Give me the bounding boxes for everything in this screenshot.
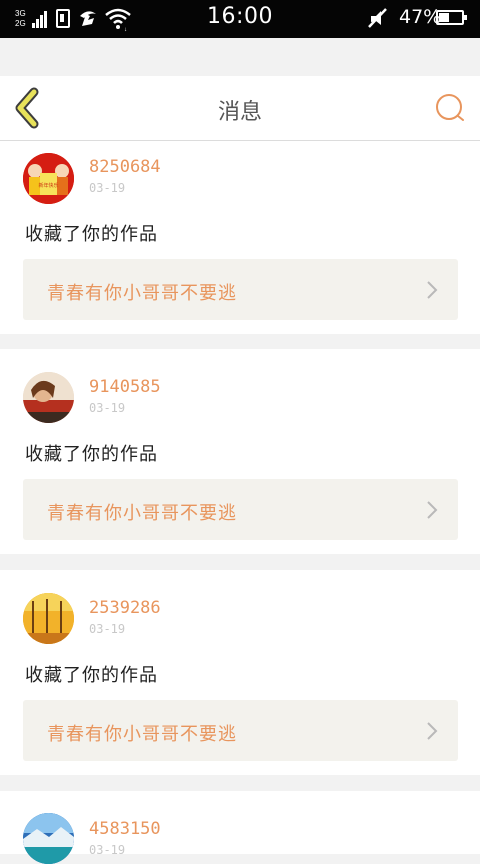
avatar-caption: 新年快乐 bbox=[38, 182, 58, 189]
status-bar: 3G 2G ↓ 16:00 47% bbox=[0, 0, 480, 38]
mute-icon bbox=[368, 8, 387, 28]
work-title: 青春有你小哥哥不要逃 bbox=[47, 283, 237, 304]
message-item[interactable]: 9140585 03-19 收藏了你的作品 青春有你小哥哥不要逃 bbox=[0, 349, 480, 554]
message-date: 03-19 bbox=[89, 622, 126, 636]
message-item[interactable]: 2539286 03-19 收藏了你的作品 青春有你小哥哥不要逃 bbox=[0, 570, 480, 775]
action-text: 收藏了你的作品 bbox=[25, 444, 158, 465]
autumn-avatar-image bbox=[23, 593, 74, 644]
battery-icon bbox=[436, 10, 467, 25]
chevron-right-icon bbox=[427, 722, 438, 740]
work-link[interactable]: 青春有你小哥哥不要逃 bbox=[23, 479, 458, 540]
message-date: 03-19 bbox=[89, 401, 126, 415]
user-id[interactable]: 4583150 bbox=[89, 819, 161, 839]
person-avatar-image bbox=[23, 372, 74, 423]
message-item[interactable]: 4583150 03-19 bbox=[0, 791, 480, 864]
work-title: 青春有你小哥哥不要逃 bbox=[47, 503, 237, 524]
action-text: 收藏了你的作品 bbox=[25, 224, 158, 245]
battery-percent: 47% bbox=[399, 6, 442, 28]
page-title: 消息 bbox=[217, 100, 262, 125]
avatar[interactable] bbox=[23, 372, 74, 423]
message-date: 03-19 bbox=[89, 843, 126, 857]
avatar[interactable] bbox=[23, 593, 74, 644]
user-id[interactable]: 2539286 bbox=[89, 598, 161, 618]
work-title: 青春有你小哥哥不要逃 bbox=[47, 724, 237, 745]
user-id[interactable]: 8250684 bbox=[89, 157, 161, 177]
message-date: 03-19 bbox=[89, 181, 126, 195]
avatar[interactable] bbox=[23, 813, 74, 864]
chevron-right-icon bbox=[427, 281, 438, 299]
battery-fill bbox=[439, 13, 449, 22]
chevron-right-icon bbox=[427, 501, 438, 519]
work-link[interactable]: 青春有你小哥哥不要逃 bbox=[23, 700, 458, 761]
work-link[interactable]: 青春有你小哥哥不要逃 bbox=[23, 259, 458, 320]
avatar[interactable]: 新年快乐 bbox=[23, 153, 74, 204]
new-year-avatar-image: 新年快乐 bbox=[23, 153, 74, 204]
action-text: 收藏了你的作品 bbox=[25, 665, 158, 686]
search-button[interactable] bbox=[432, 90, 468, 126]
header-bar: 消息 bbox=[0, 76, 480, 141]
search-icon bbox=[436, 94, 464, 121]
user-id[interactable]: 9140585 bbox=[89, 377, 161, 397]
message-item[interactable]: 新年快乐 8250684 03-19 收藏了你的作品 青春有你小哥哥不要逃 bbox=[0, 141, 480, 334]
landscape-avatar-image bbox=[23, 813, 74, 864]
